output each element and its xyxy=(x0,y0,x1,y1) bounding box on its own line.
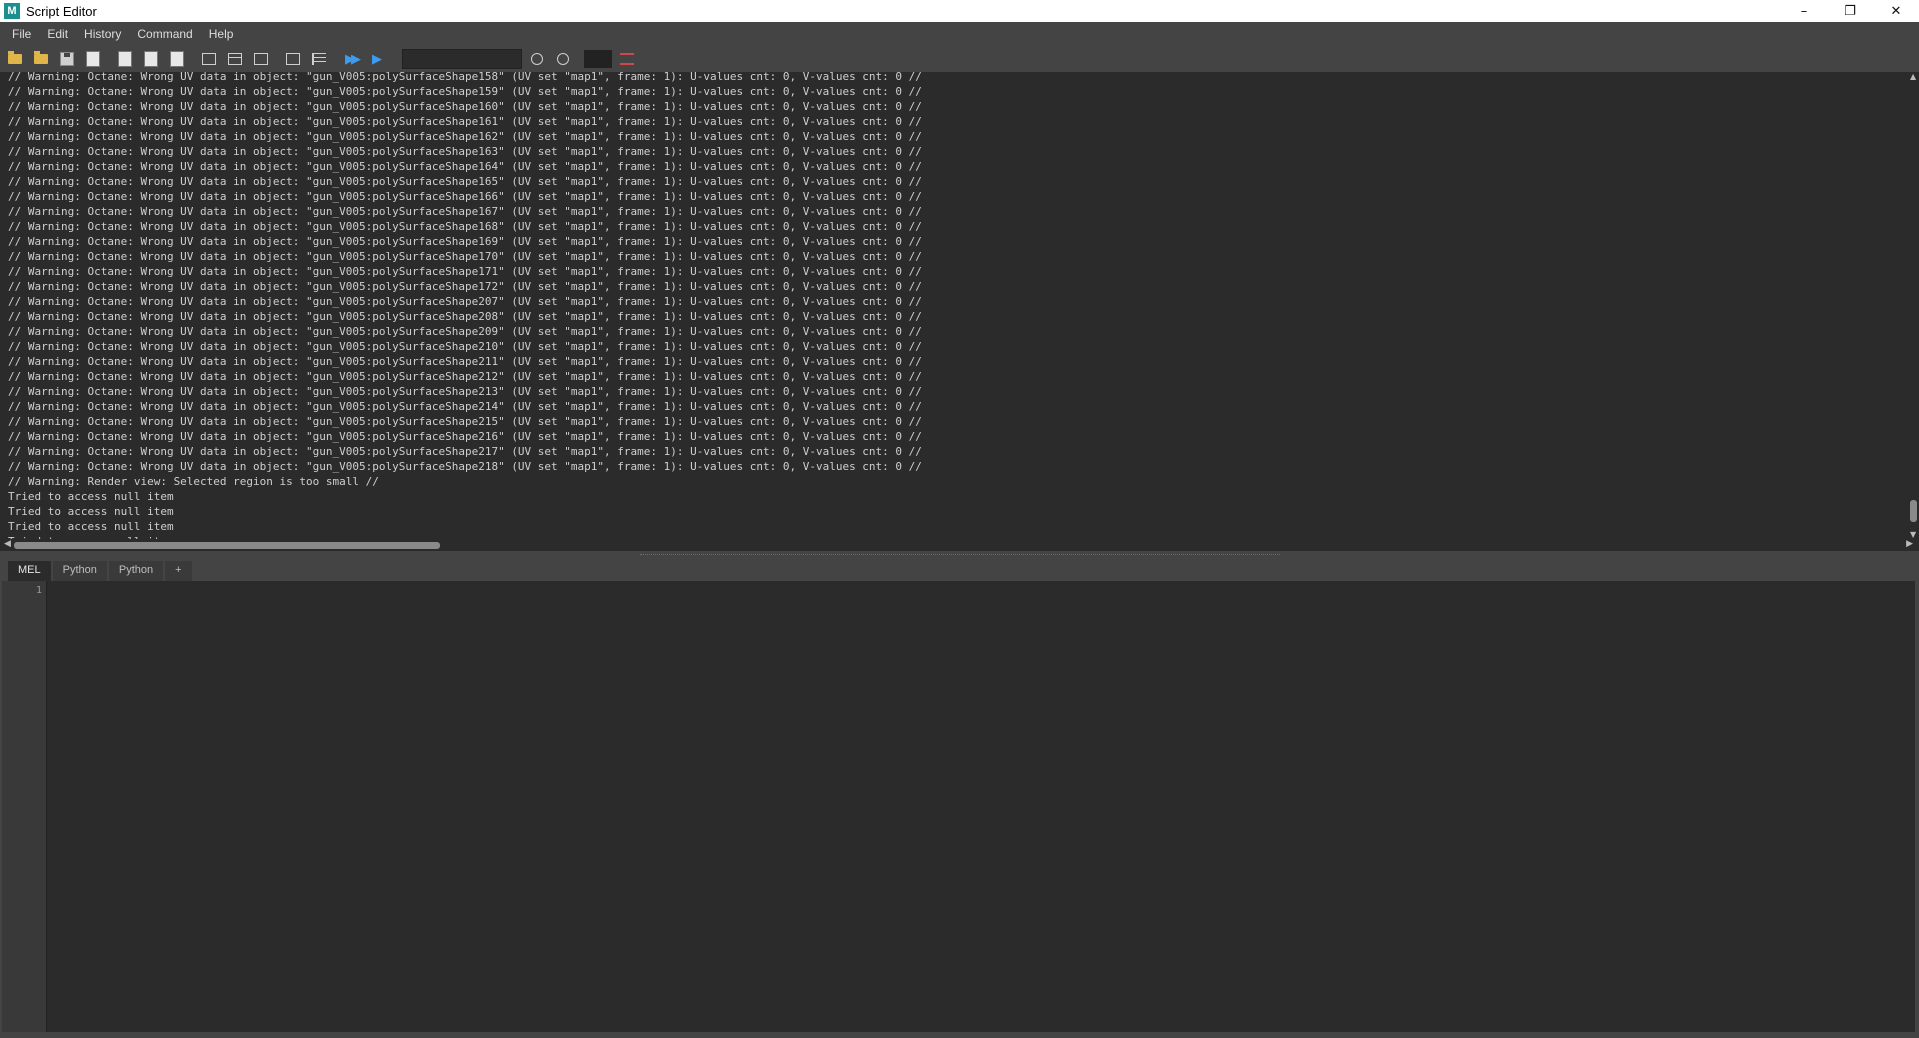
history-line: // Warning: Octane: Wrong UV data in obj… xyxy=(8,265,922,278)
history-line: // Warning: Octane: Wrong UV data in obj… xyxy=(8,190,922,203)
history-line: // Warning: Octane: Wrong UV data in obj… xyxy=(8,72,922,83)
splitter-grip[interactable] xyxy=(640,554,1280,556)
save-script-icon[interactable] xyxy=(56,49,78,69)
pane-splitter[interactable] xyxy=(0,551,1919,559)
scroll-left-icon[interactable]: ◀ xyxy=(4,539,11,549)
window-controls: – ❐ ✕ xyxy=(1781,0,1919,22)
menu-help[interactable]: Help xyxy=(201,27,242,41)
history-line: // Warning: Octane: Wrong UV data in obj… xyxy=(8,175,922,188)
menu-edit[interactable]: Edit xyxy=(39,27,76,41)
load-script-icon[interactable] xyxy=(4,49,26,69)
menu-file[interactable]: File xyxy=(0,27,39,41)
show-stack-trace-icon[interactable] xyxy=(166,49,188,69)
close-button[interactable]: ✕ xyxy=(1873,0,1919,22)
history-line: // Warning: Octane: Wrong UV data in obj… xyxy=(8,325,922,338)
show-input-icon[interactable] xyxy=(250,49,272,69)
history-line: // Warning: Octane: Wrong UV data in obj… xyxy=(8,355,922,368)
show-history-icon[interactable] xyxy=(198,49,220,69)
history-vertical-scrollbar[interactable]: ▲ ▼ xyxy=(1908,72,1919,539)
history-line: // Warning: Octane: Wrong UV data in obj… xyxy=(8,340,922,353)
tab-mel[interactable]: MEL xyxy=(8,561,51,581)
title-bar: M Script Editor – ❐ ✕ xyxy=(0,0,1919,22)
show-both-icon[interactable] xyxy=(224,49,246,69)
history-line: // Warning: Octane: Wrong UV data in obj… xyxy=(8,445,922,458)
clear-history-icon[interactable] xyxy=(282,49,304,69)
history-line: // Warning: Octane: Wrong UV data in obj… xyxy=(8,280,922,293)
menu-history[interactable]: History xyxy=(76,27,129,41)
history-pane[interactable]: // Warning: Octane: Wrong UV data in obj… xyxy=(0,72,1908,539)
scroll-thumb-horizontal[interactable] xyxy=(14,542,440,549)
menu-bar: File Edit History Command Help xyxy=(0,22,1919,46)
history-line: Tried to access null item xyxy=(8,520,174,533)
toolbar: ▶▶ ▶ xyxy=(0,46,1919,72)
history-line: // Warning: Octane: Wrong UV data in obj… xyxy=(8,400,922,413)
restore-button[interactable]: ❐ xyxy=(1827,0,1873,22)
execute-icon[interactable]: ▶ xyxy=(366,49,388,69)
history-line: // Warning: Octane: Wrong UV data in obj… xyxy=(8,460,922,473)
line-number: 1 xyxy=(35,585,42,596)
code-input-area[interactable] xyxy=(48,581,1915,1032)
history-line: Tried to access null item xyxy=(8,490,174,503)
quick-help-icon[interactable] xyxy=(616,49,638,69)
history-line: // Warning: Octane: Wrong UV data in obj… xyxy=(8,250,922,263)
history-line: // Warning: Octane: Wrong UV data in obj… xyxy=(8,385,922,398)
tab-python-2[interactable]: Python xyxy=(108,561,164,581)
history-log: // Warning: Octane: Wrong UV data in obj… xyxy=(8,72,922,539)
history-line: // Warning: Octane: Wrong UV data in obj… xyxy=(8,130,922,143)
history-line: // Warning: Octane: Wrong UV data in obj… xyxy=(8,115,922,128)
scroll-right-icon[interactable]: ▶ xyxy=(1906,539,1913,549)
history-line: Tried to access null item xyxy=(8,505,174,518)
input-editor: 1 xyxy=(2,581,1915,1032)
save-to-shelf-icon[interactable] xyxy=(82,49,104,69)
history-line: // Warning: Octane: Wrong UV data in obj… xyxy=(8,430,922,443)
window-title: Script Editor xyxy=(26,3,97,19)
minimize-button[interactable]: – xyxy=(1781,0,1827,22)
color-swatch[interactable] xyxy=(584,50,612,68)
scroll-thumb[interactable] xyxy=(1910,500,1917,522)
clear-input-icon[interactable] xyxy=(308,49,330,69)
history-line: // Warning: Octane: Wrong UV data in obj… xyxy=(8,310,922,323)
scroll-down-icon[interactable]: ▼ xyxy=(1910,530,1916,539)
history-line: // Warning: Octane: Wrong UV data in obj… xyxy=(8,100,922,113)
history-line: // Warning: Octane: Wrong UV data in obj… xyxy=(8,235,922,248)
history-horizontal-scrollbar[interactable]: ◀ ▶ xyxy=(0,539,1919,551)
tab-python-1[interactable]: Python xyxy=(52,561,107,581)
add-tab-button[interactable]: + xyxy=(165,561,192,581)
menu-command[interactable]: Command xyxy=(129,27,200,41)
search-input[interactable] xyxy=(402,49,522,69)
search-options-icon[interactable] xyxy=(552,49,574,69)
history-line: // Warning: Octane: Wrong UV data in obj… xyxy=(8,145,922,158)
tab-bar: MEL Python Python + xyxy=(0,559,1919,581)
history-line: // Warning: Octane: Wrong UV data in obj… xyxy=(8,220,922,233)
history-line: // Warning: Octane: Wrong UV data in obj… xyxy=(8,415,922,428)
history-line: // Warning: Octane: Wrong UV data in obj… xyxy=(8,295,922,308)
source-script-icon[interactable] xyxy=(30,49,52,69)
scroll-up-icon[interactable]: ▲ xyxy=(1910,72,1916,81)
history-line: // Warning: Octane: Wrong UV data in obj… xyxy=(8,85,922,98)
search-icon[interactable] xyxy=(526,49,548,69)
line-number-gutter: 1 xyxy=(2,581,47,1032)
show-line-numbers-icon[interactable] xyxy=(140,49,162,69)
maya-app-icon: M xyxy=(4,3,20,19)
echo-all-icon[interactable] xyxy=(114,49,136,69)
history-line: // Warning: Octane: Wrong UV data in obj… xyxy=(8,160,922,173)
history-line: // Warning: Octane: Wrong UV data in obj… xyxy=(8,370,922,383)
history-line: // Warning: Render view: Selected region… xyxy=(8,475,379,488)
execute-all-icon[interactable]: ▶▶ xyxy=(340,49,362,69)
history-line: // Warning: Octane: Wrong UV data in obj… xyxy=(8,205,922,218)
